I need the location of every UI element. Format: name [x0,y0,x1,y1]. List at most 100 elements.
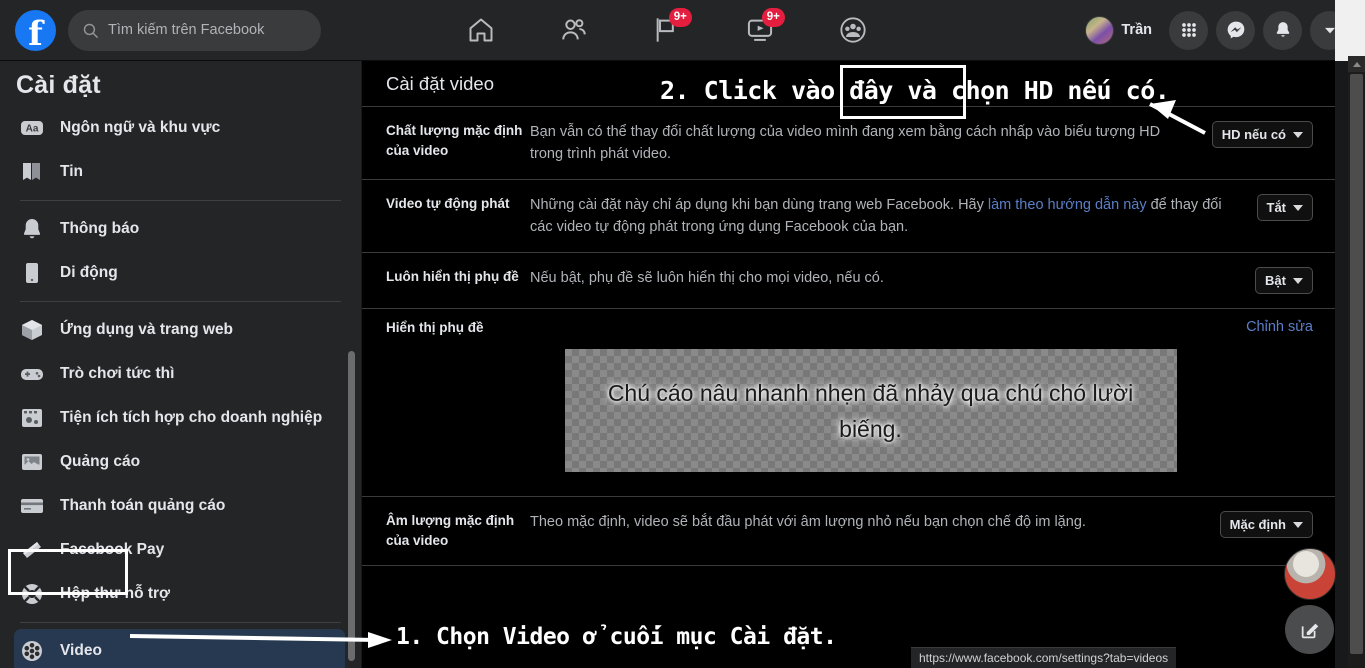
groups-icon [840,17,866,43]
business-integration-icon [18,404,46,432]
page-right-edge [1335,0,1365,61]
sidebar-item-label: Ngôn ngữ và khu vực [60,119,221,136]
sidebar-scrollbar[interactable] [348,351,355,661]
sidebar-divider [20,301,341,302]
autoplay-dropdown[interactable]: Tắt [1256,194,1313,221]
menu-grid-button[interactable] [1169,10,1208,50]
caption-preview-section: Hiển thị phụ đề Chỉnh sửa Chú cáo nâu nh… [362,309,1335,496]
language-icon: Aa [18,114,46,142]
caption-preview-box: Chú cáo nâu nhanh nhẹn đã nhảy qua chú c… [564,349,1177,472]
bell-icon [18,215,46,243]
caption-preview-text: Chú cáo nâu nhanh nhẹn đã nhảy qua chú c… [607,379,1134,442]
video-item-highlight-box [8,549,128,595]
sidebar-item-label: Ứng dụng và trang web [60,321,234,338]
notifications-button[interactable] [1263,10,1302,50]
setting-row-always-captions: Luôn hiển thị phụ đề Nếu bật, phụ đề sẽ … [362,253,1335,308]
sidebar-item-notifications[interactable]: Thông báo [14,207,345,251]
sidebar-item-business-integrations[interactable]: Tiện ích tích hợp cho doanh nghiệp [14,396,345,440]
nav-friends[interactable] [548,7,600,53]
dropdown-value: Tắt [1266,200,1287,215]
setting-description: Theo mặc định, video sẽ bắt đầu phát với… [530,514,1086,530]
messenger-button[interactable] [1216,10,1255,50]
credit-card-icon [18,492,46,520]
sidebar-item-label: Di động [60,264,118,281]
sidebar-divider [20,622,341,623]
film-reel-icon [18,637,46,665]
chevron-down-icon [1293,131,1303,138]
setting-label: Âm lượng mặc định của video [386,513,515,548]
sidebar-item-label: Tiện ích tích hợp cho doanh nghiệp [60,409,323,426]
caption-label: Hiển thị phụ đề [386,319,484,335]
mobile-phone-icon [18,259,46,287]
nav-home[interactable] [455,7,507,53]
sidebar-item-instant-games[interactable]: Trò chơi tức thì [14,352,345,396]
caption-edit-link[interactable]: Chỉnh sửa [1246,319,1313,335]
default-quality-dropdown[interactable]: HD nếu có [1211,121,1313,148]
bell-icon [1276,22,1289,37]
caption-header: Hiển thị phụ đề Chỉnh sửa [362,319,1335,335]
chevron-down-icon [1293,277,1303,284]
profile-name: Trần [1121,22,1152,38]
dropdown-value: Mặc định [1229,517,1286,532]
search-placeholder: Tìm kiếm trên Facebook [108,22,265,38]
contact-avatar-bubble[interactable] [1284,548,1336,600]
always-captions-dropdown[interactable]: Bật [1255,267,1313,294]
top-navigation-bar: f Tìm kiếm trên Facebook 9+ 9+ Trần [0,0,1365,61]
news-book-icon [18,158,46,186]
setting-row-default-volume: Âm lượng mặc định của video Theo mặc địn… [362,497,1335,565]
sidebar-item-language[interactable]: Aa Ngôn ngữ và khu vực [14,106,345,150]
sidebar-item-label: Thanh toán quảng cáo [60,497,226,514]
facebook-logo-letter: f [28,13,43,51]
nav-watch[interactable]: 9+ [734,7,786,53]
setting-label: Chất lượng mặc định của video [386,123,523,158]
sidebar-divider [20,200,341,201]
sidebar-item-label: Trò chơi tức thì [60,365,175,382]
dropdown-value: Bật [1265,273,1286,288]
desc-part-1: Những cài đặt này chỉ áp dụng khi bạn dù… [530,197,988,213]
status-bar: https://www.facebook.com/settings?tab=vi… [911,647,1177,668]
chevron-down-icon [1293,204,1303,211]
marketplace-badge: 9+ [668,8,692,27]
nav-marketplace[interactable]: 9+ [641,7,693,53]
divider [362,565,1335,566]
sidebar-item-ad-payments[interactable]: Thanh toán quảng cáo [14,484,345,528]
top-nav-items: 9+ 9+ [321,0,1082,61]
messenger-icon [1227,21,1244,39]
annotation-step-1: 1. Chọn Video ở cuối mục Cài đặt. [396,624,837,650]
instructions-link[interactable]: làm theo hướng dẫn này [988,197,1147,213]
sidebar-item-label: Tin [60,163,83,180]
chevron-down-icon [1293,521,1303,528]
sidebar-item-mobile[interactable]: Di động [14,251,345,295]
search-icon [83,23,99,38]
browser-scrollbar-thumb[interactable] [1350,74,1363,654]
status-url: https://www.facebook.com/settings?tab=vi… [919,651,1169,665]
setting-row-autoplay: Video tự động phát Những cài đặt này chỉ… [362,180,1335,252]
default-volume-dropdown[interactable]: Mặc định [1219,511,1313,538]
sidebar-item-apps-websites[interactable]: Ứng dụng và trang web [14,308,345,352]
profile-button[interactable]: Trần [1082,13,1161,48]
watch-badge: 9+ [761,8,785,27]
scroll-up-button[interactable] [1348,56,1365,72]
apps-cube-icon [18,316,46,344]
ads-icon [18,448,46,476]
search-input[interactable]: Tìm kiếm trên Facebook [68,9,321,51]
sidebar-item-label: Thông báo [60,220,140,237]
sidebar-item-video[interactable]: Video [14,629,345,668]
compose-pencil-icon [1301,623,1318,638]
setting-label: Luôn hiển thị phụ đề [386,269,519,284]
sidebar-item-ads[interactable]: Quảng cáo [14,440,345,484]
avatar [1085,15,1115,45]
dropdown-value: HD nếu có [1221,127,1286,142]
grid-icon [1181,23,1196,37]
sidebar-title: Cài đặt [16,71,101,99]
chevron-up-icon [1352,61,1361,67]
facebook-logo-icon[interactable]: f [15,9,56,51]
nav-groups[interactable] [827,7,879,53]
home-icon [469,18,493,42]
setting-label: Video tự động phát [386,196,510,211]
sidebar-item-label: Quảng cáo [60,453,141,470]
setting-description: Những cài đặt này chỉ áp dụng khi bạn dù… [530,194,1257,238]
compose-message-button[interactable] [1285,605,1334,654]
annotation-step-2: 2. Click vào đây và chọn HD nếu có. [660,76,1170,105]
sidebar-item-news[interactable]: Tin [14,150,345,194]
